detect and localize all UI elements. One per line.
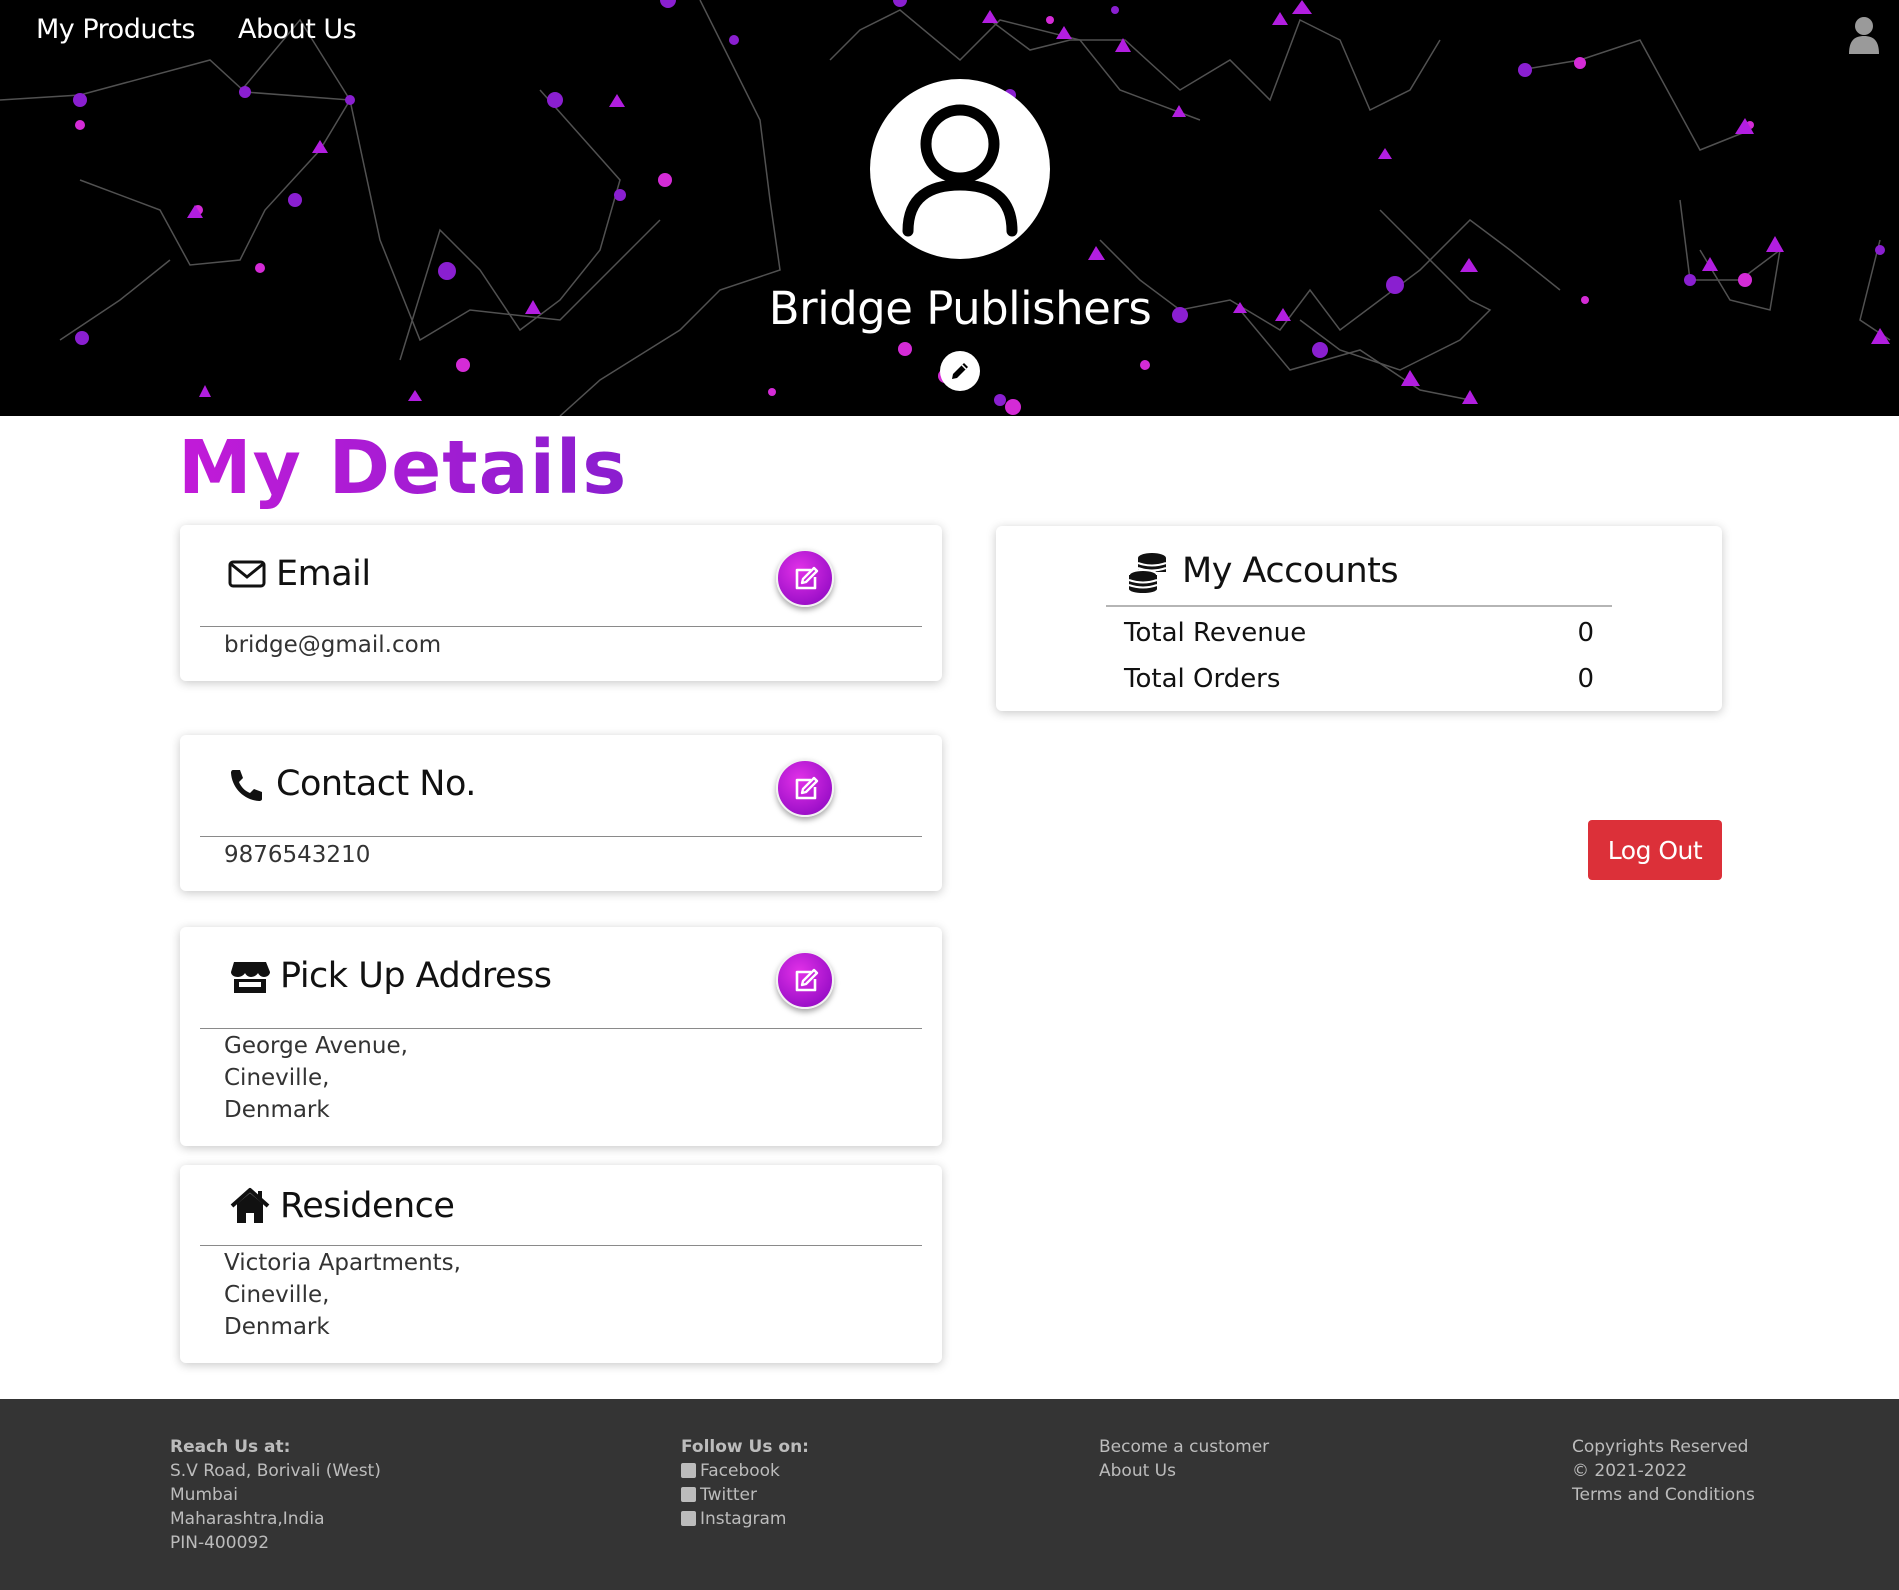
- contact-card: Contact No. 9876543210: [180, 735, 942, 891]
- coins-icon: [1128, 553, 1167, 593]
- contact-heading: Contact No.: [276, 764, 476, 804]
- become-customer-link[interactable]: Become a customer: [1099, 1435, 1269, 1459]
- edit-email-button[interactable]: [776, 549, 834, 607]
- address-line: Maharashtra,India: [170, 1509, 325, 1529]
- footer-social: Follow Us on: Facebook Twitter Instagram: [681, 1435, 809, 1531]
- address-line: Victoria Apartments,: [224, 1250, 461, 1276]
- pickup-address: George Avenue, Cineville, Denmark: [224, 1030, 408, 1126]
- accounts-heading: My Accounts: [1182, 551, 1399, 591]
- house-icon: [230, 1188, 270, 1223]
- address-line: Denmark: [224, 1314, 330, 1340]
- edit-pickup-button[interactable]: [776, 951, 834, 1009]
- total-revenue-label: Total Revenue: [1124, 618, 1307, 648]
- page-title: My Details: [178, 425, 628, 511]
- address-line: Cineville,: [224, 1282, 330, 1308]
- footer-about-link[interactable]: About Us: [1099, 1459, 1269, 1483]
- address-line: PIN-400092: [170, 1533, 270, 1553]
- address-line: Mumbai: [170, 1485, 238, 1505]
- pencil-icon: [952, 363, 968, 379]
- footer: Reach Us at: S.V Road, Borivali (West) M…: [0, 1399, 1899, 1590]
- edit-contact-button[interactable]: [776, 759, 834, 817]
- total-orders-label: Total Orders: [1124, 664, 1281, 694]
- phone-icon: [231, 770, 262, 801]
- instagram-link[interactable]: Instagram: [681, 1507, 809, 1531]
- instagram-icon: [681, 1511, 696, 1526]
- twitter-icon: [681, 1487, 696, 1502]
- reach-heading: Reach Us at:: [170, 1437, 291, 1457]
- facebook-link[interactable]: Facebook: [681, 1459, 809, 1483]
- envelope-icon: [228, 560, 266, 588]
- edit-icon: [795, 566, 819, 590]
- user-account-icon[interactable]: [1847, 16, 1881, 54]
- copyright-years: © 2021-2022: [1572, 1461, 1688, 1481]
- total-revenue-value: 0: [1577, 618, 1594, 648]
- pickup-heading: Pick Up Address: [280, 956, 552, 996]
- terms-link[interactable]: Terms and Conditions: [1572, 1483, 1755, 1507]
- nav-about-us[interactable]: About Us: [238, 14, 357, 45]
- footer-contact: Reach Us at: S.V Road, Borivali (West) M…: [170, 1435, 381, 1555]
- facebook-icon: [681, 1463, 696, 1478]
- email-value: bridge@gmail.com: [224, 632, 442, 658]
- copyright-text: Copyrights Reserved: [1572, 1437, 1749, 1457]
- address-line: Cineville,: [224, 1065, 330, 1091]
- store-icon: [231, 962, 270, 993]
- profile-avatar: [870, 79, 1050, 259]
- residence-address: Victoria Apartments, Cineville, Denmark: [224, 1247, 461, 1343]
- profile-header: My Products About Us Bridge Publishers: [0, 0, 1899, 416]
- edit-icon: [795, 968, 819, 992]
- email-card: Email bridge@gmail.com: [180, 525, 942, 681]
- email-heading: Email: [276, 554, 371, 594]
- total-orders-value: 0: [1577, 664, 1594, 694]
- pickup-address-card: Pick Up Address George Avenue, Cineville…: [180, 927, 942, 1146]
- address-line: S.V Road, Borivali (West): [170, 1461, 381, 1481]
- address-line: Denmark: [224, 1097, 330, 1123]
- company-name: Bridge Publishers: [768, 282, 1152, 335]
- twitter-link[interactable]: Twitter: [681, 1483, 809, 1507]
- logout-button[interactable]: Log Out: [1588, 820, 1722, 880]
- edit-icon: [795, 776, 819, 800]
- accounts-card: My Accounts Total Revenue 0 Total Orders…: [996, 526, 1722, 711]
- footer-links: Become a customer About Us: [1099, 1435, 1269, 1483]
- person-icon: [902, 104, 1018, 237]
- footer-legal: Copyrights Reserved © 2021-2022 Terms an…: [1572, 1435, 1755, 1507]
- contact-value: 9876543210: [224, 842, 371, 868]
- edit-name-button[interactable]: [940, 351, 980, 391]
- follow-heading: Follow Us on:: [681, 1437, 809, 1457]
- divider: [1106, 605, 1612, 607]
- address-line: George Avenue,: [224, 1033, 408, 1059]
- residence-card: Residence Victoria Apartments, Cineville…: [180, 1165, 942, 1363]
- nav-my-products[interactable]: My Products: [36, 14, 195, 45]
- residence-heading: Residence: [280, 1186, 455, 1226]
